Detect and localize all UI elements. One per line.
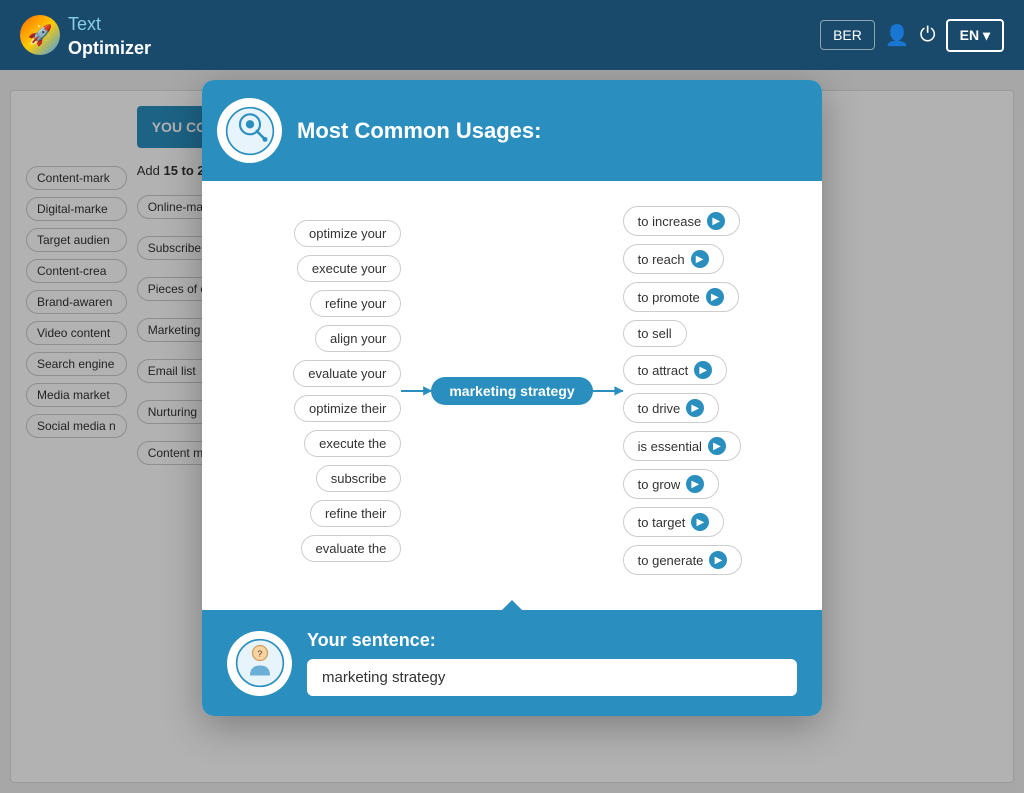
left-pill-4[interactable]: evaluate your: [293, 360, 401, 387]
left-pill-1[interactable]: execute your: [297, 255, 401, 282]
modal-title: Most Common Usages:: [297, 118, 541, 144]
modal-header-icon: [217, 98, 282, 163]
center-active-pill[interactable]: marketing strategy: [431, 377, 592, 405]
left-pills: optimize your execute your refine your alig…: [232, 220, 401, 562]
footer-content: Your sentence:: [307, 630, 797, 696]
power-icon[interactable]: ⏻: [920, 24, 936, 47]
left-pill-8[interactable]: refine their: [310, 500, 401, 527]
sentence-input[interactable]: [307, 659, 797, 696]
left-pill-7[interactable]: subscribe: [316, 465, 402, 492]
language-button[interactable]: EN ▾: [946, 19, 1004, 52]
left-pill-9[interactable]: evaluate the: [301, 535, 402, 562]
left-pill-3[interactable]: align your: [315, 325, 401, 352]
left-pill-2[interactable]: refine your: [310, 290, 401, 317]
right-pill-8[interactable]: to target▶: [623, 507, 725, 537]
left-pill-6[interactable]: execute the: [304, 430, 401, 457]
center-pill-area: ▶ marketing strategy ▶: [401, 377, 622, 405]
left-pill-0[interactable]: optimize your: [294, 220, 401, 247]
modal-body: optimize your execute your refine your alig…: [202, 181, 822, 610]
right-pill-9[interactable]: to generate▶: [623, 545, 743, 575]
right-pill-1[interactable]: to reach▶: [623, 244, 724, 274]
modal-dialog: Most Common Usages: optimize your execute…: [202, 80, 822, 716]
footer-label: Your sentence:: [307, 630, 797, 651]
svg-text:?: ?: [257, 648, 262, 658]
pills-layout: optimize your execute your refine your alig…: [232, 206, 792, 575]
modal-header: Most Common Usages:: [202, 80, 822, 181]
right-pill-0[interactable]: to increase▶: [623, 206, 741, 236]
member-button[interactable]: BER: [820, 20, 875, 50]
logo-icon: 🚀: [20, 15, 60, 55]
right-pill-2[interactable]: to promote▶: [623, 282, 739, 312]
logo-text: Text Optimizer: [68, 11, 151, 59]
right-pill-7[interactable]: to grow▶: [623, 469, 720, 499]
header-right: BER 👤 ⏻ EN ▾: [820, 19, 1004, 52]
modal-footer: ? Your sentence:: [202, 610, 822, 716]
user-icon[interactable]: 👤: [885, 23, 910, 48]
left-pill-5[interactable]: optimize their: [294, 395, 401, 422]
footer-icon: ?: [227, 631, 292, 696]
right-pill-3[interactable]: to sell: [623, 320, 687, 347]
app-header: 🚀 Text Optimizer BER 👤 ⏻ EN ▾: [0, 0, 1024, 70]
logo-area: 🚀 Text Optimizer: [20, 11, 151, 59]
right-pill-4[interactable]: to attract▶: [623, 355, 728, 385]
main-content: Content-markDigital-markeTarget audienCo…: [0, 70, 1024, 793]
right-pill-6[interactable]: is essential▶: [623, 431, 741, 461]
right-pills: to increase▶ to reach▶ to promote▶ to sell t…: [623, 206, 792, 575]
right-pill-5[interactable]: to drive▶: [623, 393, 720, 423]
